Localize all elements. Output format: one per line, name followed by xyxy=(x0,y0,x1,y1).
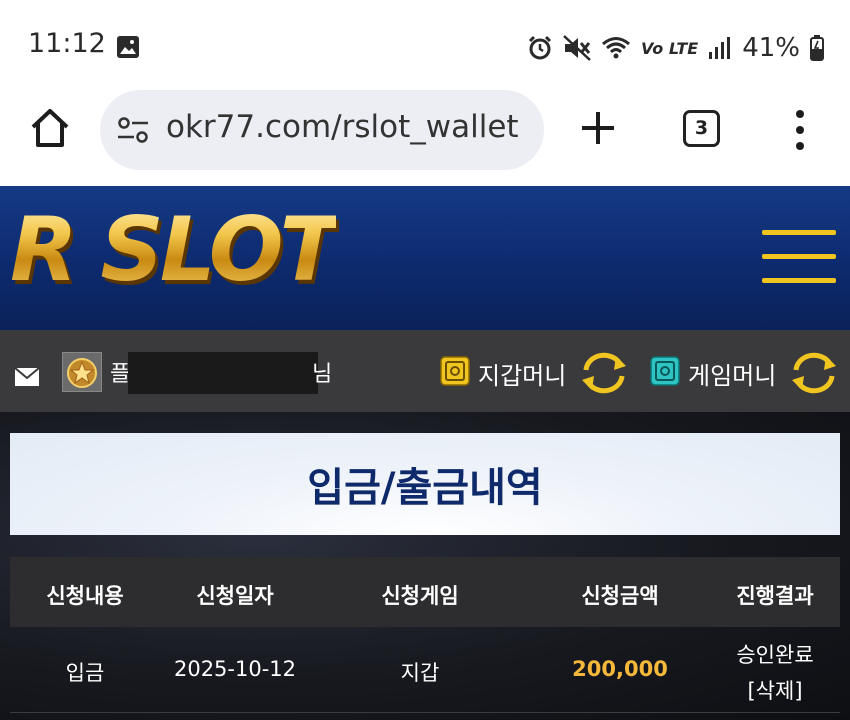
redacted-username xyxy=(128,352,318,394)
cell-amount: 200,000 xyxy=(572,657,668,681)
status-bar: 11:12 Vo LTE 41% xyxy=(0,0,850,90)
tab-switcher-button[interactable]: 3 xyxy=(683,110,720,147)
table-header: 신청내용 신청일자 신청게임 신청금액 진행결과 xyxy=(10,557,840,627)
username-end: 님 xyxy=(312,362,333,387)
address-bar[interactable]: okr77.com/rslot_wallet xyxy=(100,90,544,170)
level-badge-avatar xyxy=(62,352,102,392)
network-label: Vo LTE xyxy=(641,38,699,58)
page-title: 입금/출금내역 xyxy=(307,465,543,511)
new-tab-icon[interactable] xyxy=(578,108,618,148)
cell-status: 승인완료 xyxy=(736,643,814,667)
cell-type: 입금 xyxy=(65,661,105,685)
page-title-banner: 입금/출금내역 xyxy=(10,433,840,535)
wallet-safe-icon xyxy=(440,356,470,386)
site-header: R SLOT xyxy=(0,186,850,330)
url-text[interactable]: okr77.com/rslot_wallet xyxy=(166,109,519,145)
site-logo[interactable]: R SLOT xyxy=(10,198,340,301)
game-money-label: 게임머니 xyxy=(688,362,777,390)
status-time: 11:12 xyxy=(28,28,106,59)
column-header-status: 진행결과 xyxy=(736,584,814,608)
star-badge-icon xyxy=(67,358,97,388)
table-row: 입금 2025-10-12 지갑 200,000 승인완료 [삭제] xyxy=(10,627,840,713)
mail-icon[interactable] xyxy=(14,367,40,387)
browser-toolbar: okr77.com/rslot_wallet 3 xyxy=(0,90,850,186)
signal-icon xyxy=(709,37,731,59)
home-icon[interactable] xyxy=(28,106,72,150)
more-menu-icon[interactable] xyxy=(790,108,810,152)
cell-game: 지갑 xyxy=(400,661,440,685)
battery-icon xyxy=(810,35,824,61)
logo-text: R SLOT xyxy=(10,198,340,301)
column-header-date: 신청일자 xyxy=(196,584,274,608)
game-safe-icon xyxy=(650,356,680,386)
battery-percent: 41% xyxy=(742,33,800,63)
user-info-bar: 플 님 지갑머니 게임머니 xyxy=(0,330,850,412)
hamburger-menu-icon[interactable] xyxy=(762,230,836,286)
refresh-game-icon[interactable] xyxy=(788,350,840,396)
mute-icon xyxy=(563,35,591,61)
image-icon xyxy=(117,36,139,58)
delete-link[interactable]: [삭제] xyxy=(710,675,840,705)
refresh-wallet-icon[interactable] xyxy=(578,350,630,396)
column-header-type: 신청내용 xyxy=(46,584,124,608)
site-settings-icon[interactable] xyxy=(116,114,150,146)
column-header-amount: 신청금액 xyxy=(581,584,659,608)
alarm-icon xyxy=(528,35,552,60)
wifi-icon xyxy=(602,37,630,59)
cell-date: 2025-10-12 xyxy=(173,657,297,681)
column-header-game: 신청게임 xyxy=(381,584,459,608)
wallet-money-label: 지갑머니 xyxy=(478,362,567,390)
status-icons: Vo LTE 41% xyxy=(527,30,824,66)
